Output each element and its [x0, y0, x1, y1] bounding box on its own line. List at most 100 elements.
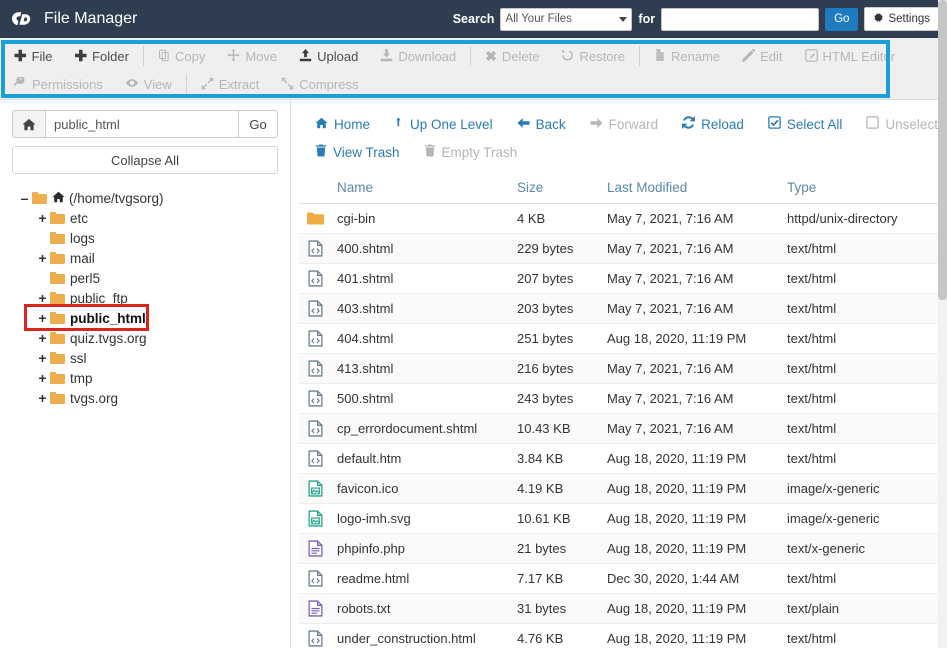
nav-row-primary: Home Up One Level Back Forward Reload Select …: [299, 110, 947, 138]
table-row[interactable]: under_construction.html 4.76 KB Aug 18, 20…: [299, 623, 947, 648]
page-scrollbar[interactable]: [938, 0, 947, 648]
expand-plus-icon[interactable]: +: [36, 391, 49, 405]
nav-button-back[interactable]: Back: [505, 112, 578, 136]
content-area: Go Collapse All – (/home/tvgsorg) + etc logs…: [0, 100, 947, 648]
page-scrollbar-thumb[interactable]: [938, 0, 947, 300]
expand-plus-icon[interactable]: +: [36, 291, 49, 305]
tree-item-perl5[interactable]: perl5: [12, 268, 278, 288]
path-input[interactable]: [46, 110, 238, 138]
html-file-icon: [299, 353, 333, 384]
search-input[interactable]: [661, 7, 820, 31]
table-row[interactable]: robots.txt 31 bytes Aug 18, 2020, 11:19 PM…: [299, 593, 947, 624]
tree-item-public-html[interactable]: + public_html: [12, 308, 278, 328]
tree-item-public-ftp[interactable]: + public_ftp: [12, 288, 278, 308]
trash-icon: [315, 144, 327, 160]
settings-label: Settings: [888, 13, 930, 25]
table-row[interactable]: logo-imh.svg 10.61 KB Aug 18, 2020, 11:19 …: [299, 503, 947, 534]
file-name-cell[interactable]: readme.html: [333, 563, 513, 594]
expand-plus-icon[interactable]: +: [36, 371, 49, 385]
table-row[interactable]: cgi-bin 4 KB May 7, 2021, 7:16 AM httpd/uni…: [299, 203, 947, 234]
table-row[interactable]: cp_errordocument.shtml 10.43 KB May 7, 202…: [299, 413, 947, 444]
table-row[interactable]: readme.html 7.17 KB Dec 30, 2020, 1:44 AM t…: [299, 563, 947, 594]
expand-plus-icon[interactable]: +: [36, 311, 49, 325]
toolbar-button-label: Delete: [501, 48, 540, 64]
file-modified-cell: Aug 18, 2020, 11:19 PM: [603, 593, 783, 624]
file-name-cell[interactable]: robots.txt: [333, 593, 513, 624]
path-go-button[interactable]: Go: [238, 110, 278, 138]
file-name-cell[interactable]: favicon.ico: [333, 473, 513, 504]
column-header-size[interactable]: Size: [513, 174, 603, 204]
search-go-button[interactable]: Go: [825, 7, 859, 31]
expand-plus-icon[interactable]: +: [36, 211, 49, 225]
table-row[interactable]: 404.shtml 251 bytes Aug 18, 2020, 11:19 PM…: [299, 323, 947, 354]
file-modified-cell: May 7, 2021, 7:16 AM: [603, 353, 783, 384]
folder-icon: [50, 212, 65, 224]
table-row[interactable]: 400.shtml 229 bytes May 7, 2021, 7:16 AM te…: [299, 233, 947, 264]
nav-button-up-one-level[interactable]: Up One Level: [382, 112, 505, 136]
file-size-cell: 243 bytes: [513, 383, 603, 414]
nav-button-label: Empty Trash: [441, 144, 518, 160]
tree-item-mail[interactable]: + mail: [12, 248, 278, 268]
table-row[interactable]: 500.shtml 243 bytes May 7, 2021, 7:16 AM te…: [299, 383, 947, 414]
nav-button-reload[interactable]: Reload: [670, 112, 756, 136]
table-row[interactable]: favicon.ico 4.19 KB Aug 18, 2020, 11:19 PM…: [299, 473, 947, 504]
file-name-cell[interactable]: 404.shtml: [333, 323, 513, 354]
file-name-cell[interactable]: 403.shtml: [333, 293, 513, 324]
file-name-cell[interactable]: 500.shtml: [333, 383, 513, 414]
toolbar-button-file[interactable]: ✚ File: [10, 44, 64, 68]
tree-item--home-tvgsorg-[interactable]: – (/home/tvgsorg): [12, 188, 278, 208]
search-scope-select[interactable]: All Your Files: [500, 7, 633, 31]
tree-item-label: ssl: [70, 350, 87, 366]
tree-item-tmp[interactable]: + tmp: [12, 368, 278, 388]
tree-item-etc[interactable]: + etc: [12, 208, 278, 228]
file-name-cell[interactable]: default.htm: [333, 443, 513, 474]
settings-button[interactable]: Settings: [864, 7, 939, 31]
column-header-type[interactable]: Type: [783, 174, 947, 204]
nav-button-label: Up One Level: [410, 116, 493, 132]
tree-item-tvgs-org[interactable]: + tvgs.org: [12, 388, 278, 408]
file-modified-cell: Dec 30, 2020, 1:44 AM: [603, 563, 783, 594]
column-header-name[interactable]: Name: [333, 174, 513, 204]
file-name-cell[interactable]: logo-imh.svg: [333, 503, 513, 534]
collapse-minus-icon[interactable]: –: [18, 191, 31, 205]
expand-plus-icon[interactable]: +: [36, 331, 49, 345]
table-row[interactable]: 401.shtml 207 bytes May 7, 2021, 7:16 AM te…: [299, 263, 947, 294]
toolbar-button-folder[interactable]: ✚ Folder: [64, 44, 140, 68]
html-file-icon: [299, 263, 333, 294]
expand-plus-icon[interactable]: +: [36, 351, 49, 365]
home-icon[interactable]: [12, 110, 46, 138]
tree-item-label: public_html: [70, 310, 146, 326]
expand-plus-icon[interactable]: +: [36, 251, 49, 265]
table-row[interactable]: 413.shtml 216 bytes May 7, 2021, 7:16 AM te…: [299, 353, 947, 384]
file-name-cell[interactable]: 400.shtml: [333, 233, 513, 264]
file-size-cell: 207 bytes: [513, 263, 603, 294]
folder-icon: [50, 352, 65, 364]
file-name-cell[interactable]: 401.shtml: [333, 263, 513, 294]
table-row[interactable]: phpinfo.php 21 bytes Aug 18, 2020, 11:19 P…: [299, 533, 947, 564]
column-header-modified[interactable]: Last Modified: [603, 174, 783, 204]
nav-button-select-all[interactable]: Select All: [756, 112, 855, 136]
toolbar-button-edit: Edit: [731, 44, 793, 68]
file-name-cell[interactable]: under_construction.html: [333, 623, 513, 648]
toolbar-button-label: Folder: [92, 48, 129, 64]
table-row[interactable]: default.htm 3.84 KB Aug 18, 2020, 11:19 PM…: [299, 443, 947, 474]
table-row[interactable]: 403.shtml 203 bytes May 7, 2021, 7:16 AM te…: [299, 293, 947, 324]
file-size-cell: 10.43 KB: [513, 413, 603, 444]
file-modified-cell: Aug 18, 2020, 11:19 PM: [603, 503, 783, 534]
chevron-down-icon: [619, 16, 628, 22]
toolbar-button-label: Edit: [760, 48, 783, 64]
nav-button-home[interactable]: Home: [303, 112, 382, 136]
file-name-cell[interactable]: 413.shtml: [333, 353, 513, 384]
html-file-icon: [299, 293, 333, 324]
search-scope-value: All Your Files: [505, 13, 572, 25]
nav-button-forward: Forward: [578, 112, 671, 136]
toolbar-button-upload[interactable]: Upload: [288, 44, 369, 68]
tree-item-ssl[interactable]: + ssl: [12, 348, 278, 368]
tree-item-quiz-tvgs-org[interactable]: + quiz.tvgs.org: [12, 328, 278, 348]
file-name-cell[interactable]: phpinfo.php: [333, 533, 513, 564]
nav-button-view-trash[interactable]: View Trash: [303, 140, 412, 164]
collapse-all-button[interactable]: Collapse All: [12, 146, 278, 174]
file-name-cell[interactable]: cp_errordocument.shtml: [333, 413, 513, 444]
file-name-cell[interactable]: cgi-bin: [333, 203, 513, 234]
tree-item-logs[interactable]: logs: [12, 228, 278, 248]
